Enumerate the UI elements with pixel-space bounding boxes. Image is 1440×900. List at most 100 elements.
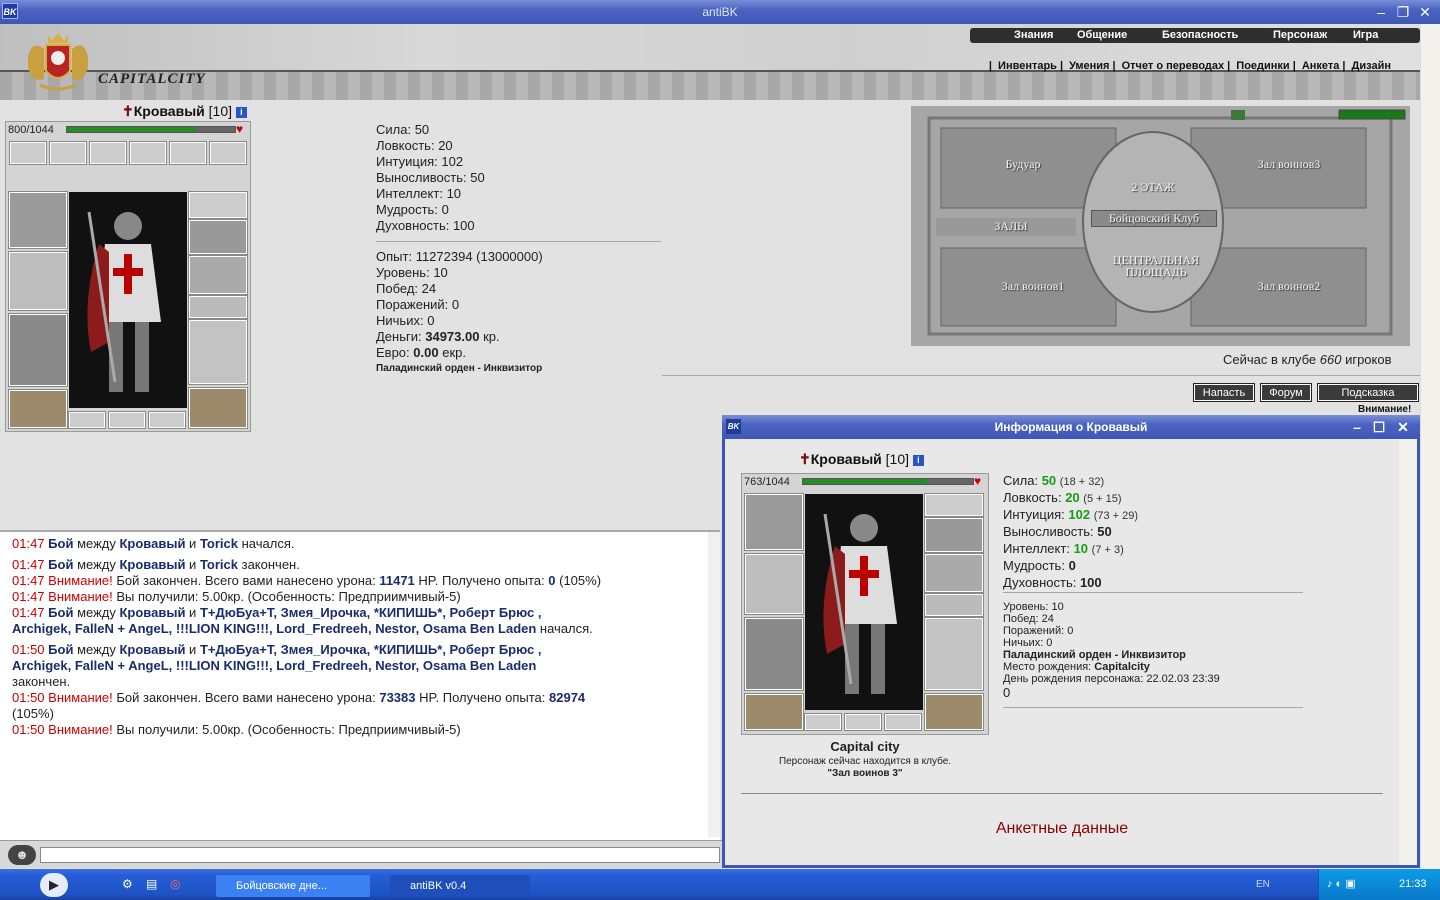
chat-scrollbar[interactable] <box>708 532 720 837</box>
task-browser[interactable]: Бойцовские дне... <box>216 875 370 897</box>
character-avatar <box>69 192 187 408</box>
popup-close-icon[interactable]: ✕ <box>1394 418 1412 436</box>
nav-knowledge[interactable]: Знания <box>1014 29 1053 41</box>
silhouette-slot[interactable] <box>129 141 167 165</box>
nav-profile[interactable]: Анкета <box>1302 60 1340 72</box>
heart-icon: ♥ <box>974 474 982 488</box>
empty-slot[interactable] <box>884 713 922 731</box>
nav-social[interactable]: Общение <box>1077 29 1127 41</box>
empty-slot[interactable] <box>68 411 106 429</box>
window-title: antiBK <box>702 5 738 19</box>
quicklaunch-icon[interactable]: ◎ <box>170 877 180 891</box>
chat-line: 01:47 Внимание! Бой закончен. Всего вами… <box>12 573 602 588</box>
popup-scrollbar[interactable] <box>1399 439 1417 865</box>
language-indicator[interactable]: EN <box>1256 879 1270 890</box>
boots-slot[interactable] <box>924 693 984 731</box>
popup-maximize-icon[interactable]: ☐ <box>1370 418 1388 436</box>
quicklaunch-icon[interactable]: ▤ <box>146 877 157 891</box>
gloves-slot[interactable] <box>188 219 248 255</box>
secondary-weapon-slot[interactable] <box>188 319 248 385</box>
boots-slot[interactable] <box>188 387 248 429</box>
bracers-slot[interactable] <box>188 255 248 295</box>
armor-slot[interactable] <box>744 617 804 691</box>
nav-skills[interactable]: Умения <box>1069 60 1109 72</box>
map-room-warriors2[interactable]: Зал воинов2 <box>1229 279 1349 294</box>
chat-line: закончен. <box>12 674 71 689</box>
helmet-slot[interactable] <box>744 493 804 551</box>
map-floor2[interactable]: 2 ЭТАЖ <box>1113 180 1193 195</box>
ring-slot[interactable] <box>188 191 248 219</box>
tray-icons[interactable]: ♪ ◐ ▣ <box>1327 877 1356 890</box>
ring-slot[interactable] <box>924 493 984 517</box>
chat-line: 01:47 Бой между Кровавый и Torick началс… <box>12 536 295 551</box>
order-cross-icon: ✝ <box>122 103 134 119</box>
chat-line: 01:50 Бой между Кровавый и T+ДюБуа+T, Зм… <box>12 642 542 657</box>
order-label: Паладинский орден - Инквизитор <box>376 363 543 374</box>
popup-divider <box>1003 592 1303 593</box>
hint-button[interactable]: Подсказка <box>1317 383 1419 402</box>
nav-character[interactable]: Персонаж <box>1273 29 1327 41</box>
armor-slot[interactable] <box>8 313 68 387</box>
weapon-slot[interactable] <box>744 553 804 615</box>
empty-slot[interactable] <box>844 713 882 731</box>
gloves-slot[interactable] <box>924 517 984 553</box>
forum-button[interactable]: Форум <box>1260 383 1312 402</box>
map-fight-club[interactable]: Бойцовский Клуб <box>1091 210 1217 227</box>
chat-line: 01:47 Бой между Кровавый и T+ДюБуа+T, Зм… <box>12 605 542 620</box>
popup-stat-row: Сила: 50 (18 + 32) <box>1003 473 1105 488</box>
weapon-slot[interactable] <box>8 251 68 311</box>
empty-slot[interactable] <box>804 713 842 731</box>
page-scrollbar[interactable] <box>1420 24 1440 869</box>
info-icon[interactable]: i <box>912 454 924 466</box>
empty-slot[interactable] <box>108 411 146 429</box>
silhouette-slot[interactable] <box>169 141 207 165</box>
popup-bottom-divider <box>741 793 1383 794</box>
helmet-slot[interactable] <box>8 191 68 249</box>
maximize-icon[interactable]: ❐ <box>1394 3 1412 21</box>
scroll-slot[interactable] <box>9 141 47 165</box>
quicklaunch-icon[interactable]: ⚙ <box>122 877 133 891</box>
chat-input[interactable] <box>40 847 720 863</box>
silhouette-slot[interactable] <box>89 141 127 165</box>
popup-divider <box>1003 707 1303 708</box>
popup-city: Capital city <box>830 739 900 754</box>
silhouette-slot[interactable] <box>49 141 87 165</box>
chat-line: 01:47 Бой между Кровавый и Torick законч… <box>12 557 300 572</box>
rings-slot[interactable] <box>924 593 984 617</box>
task-antibk[interactable]: antiBK v0.4 <box>390 875 530 897</box>
play-icon[interactable]: ▶ <box>40 873 68 897</box>
map-room-warriors1[interactable]: Зал воинов1 <box>973 279 1093 294</box>
stat-row: Выносливость: 50 <box>376 170 485 185</box>
bracers-slot[interactable] <box>924 553 984 593</box>
close-icon[interactable]: ✕ <box>1416 3 1434 21</box>
popup-character-avatar <box>805 494 923 710</box>
belt-slot[interactable] <box>8 389 68 429</box>
scroll-slot[interactable] <box>209 141 247 165</box>
map-room-warriors3[interactable]: Зал воинов3 <box>1229 157 1349 172</box>
minimize-icon[interactable]: – <box>1372 3 1390 21</box>
belt-slot[interactable] <box>744 693 804 731</box>
smiley-icon[interactable]: ☻ <box>8 845 36 865</box>
empty-slot[interactable] <box>148 411 186 429</box>
nav-design[interactable]: Дизайн <box>1352 60 1391 72</box>
map-central-square[interactable]: ЦЕНТРАЛЬНАЯ ПЛОЩАДЬ <box>1101 254 1211 278</box>
popup-stat-row: Мудрость: 0 <box>1003 558 1076 573</box>
attack-button[interactable]: Напасть <box>1193 383 1255 402</box>
taskbar: ▶ ⚙ ▤ ◎ Бойцовские дне... antiBK v0.4 EN… <box>0 869 1440 900</box>
castle-wall <box>0 72 1420 100</box>
nav-game[interactable]: Игра <box>1353 29 1378 41</box>
map-room-boudoir[interactable]: Будуар <box>973 157 1073 172</box>
character-name-label: ✝Кровавый [10] i <box>122 103 247 120</box>
map-halls[interactable]: ЗАЛЫ <box>981 219 1041 234</box>
secondary-weapon-slot[interactable] <box>924 617 984 691</box>
nav-security[interactable]: Безопасность <box>1162 29 1238 41</box>
game-header: CAPITALCITY Знания Общение Безопасность … <box>0 24 1420 100</box>
nav-inventory[interactable]: Инвентарь <box>998 60 1057 72</box>
heart-icon: ♥ <box>236 122 244 136</box>
info-icon[interactable]: i <box>235 106 247 118</box>
map-divider <box>662 375 1420 376</box>
nav-duels[interactable]: Поединки <box>1236 60 1289 72</box>
popup-minimize-icon[interactable]: – <box>1348 418 1366 436</box>
rings-slot[interactable] <box>188 295 248 319</box>
nav-transfers[interactable]: Отчет о переводах <box>1122 60 1225 72</box>
